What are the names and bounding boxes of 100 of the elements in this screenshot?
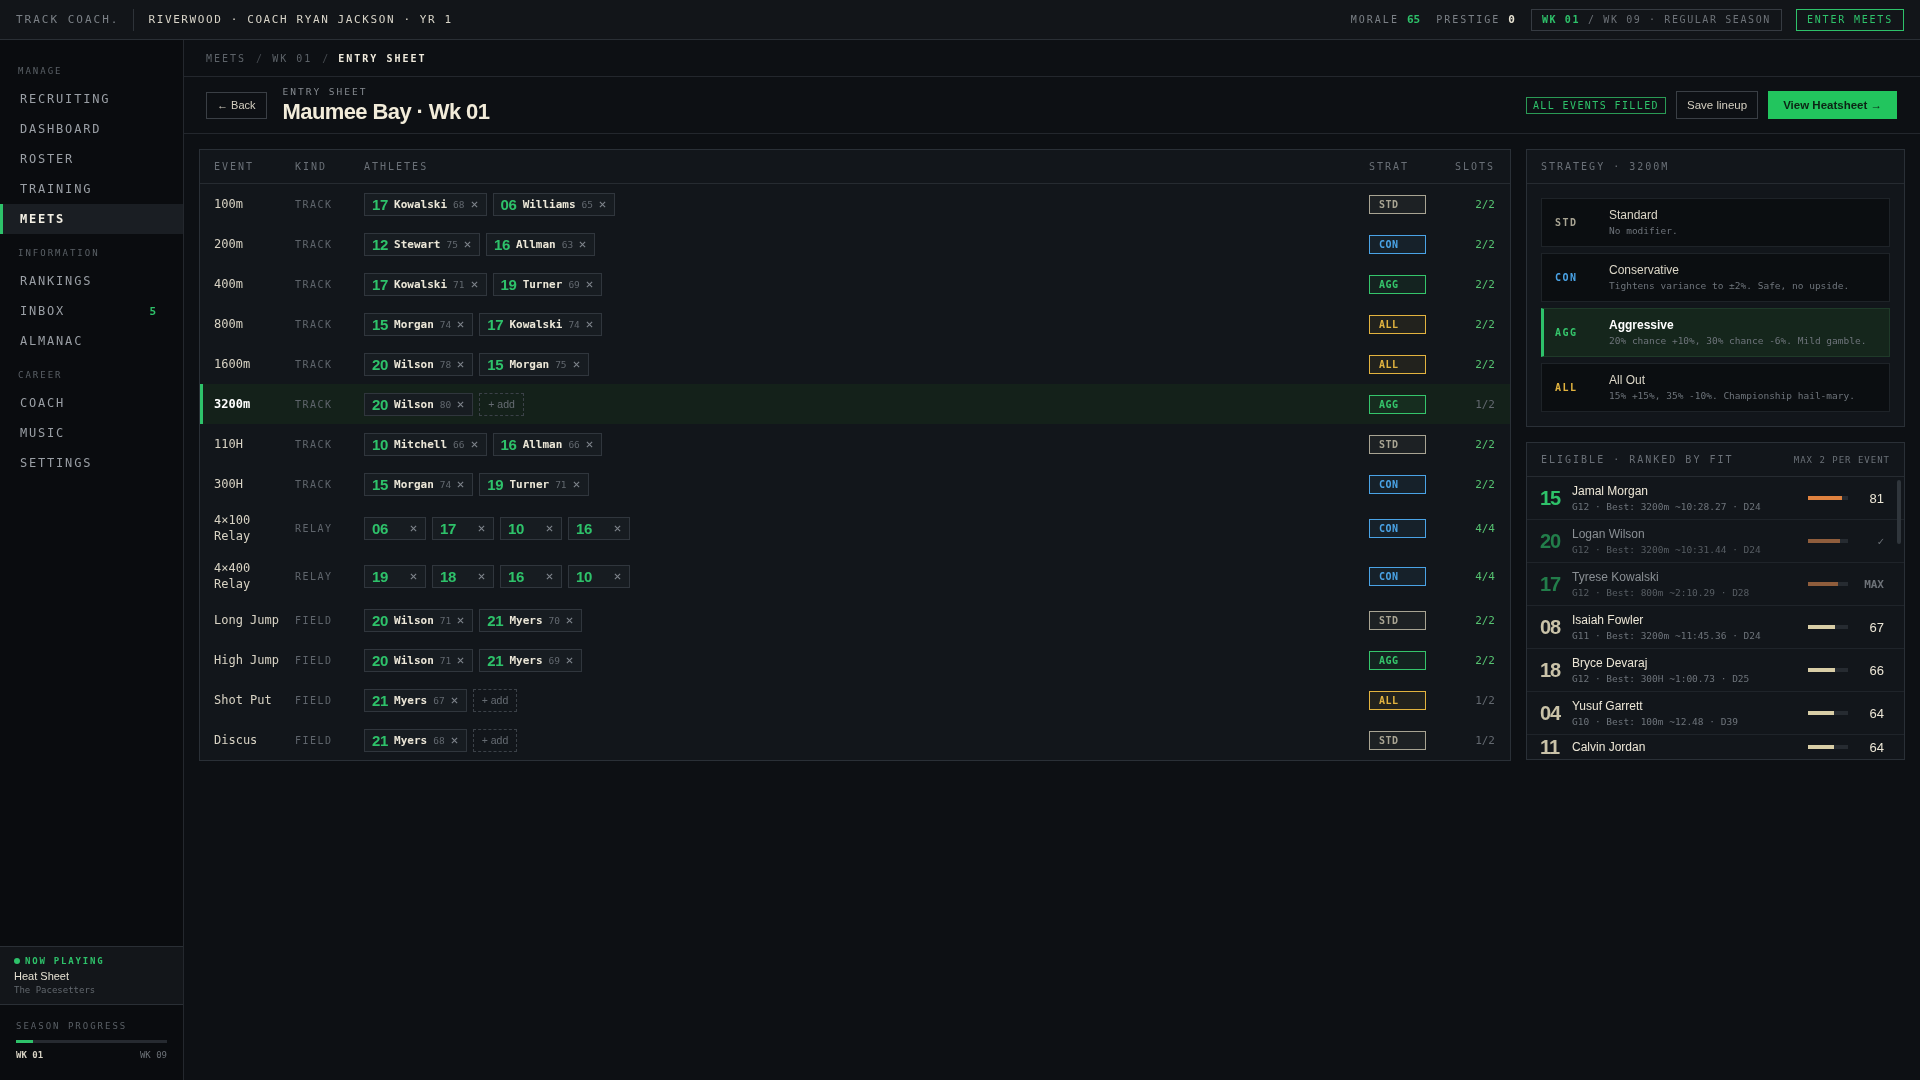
close-icon[interactable] bbox=[457, 320, 465, 328]
nav-item[interactable]: COACH bbox=[0, 388, 183, 418]
nav-item[interactable]: MUSIC bbox=[0, 418, 183, 448]
athlete-chip[interactable]: 20 Wilson 71 bbox=[364, 608, 474, 632]
nav-item[interactable]: MEETS bbox=[0, 204, 183, 234]
close-icon[interactable] bbox=[565, 656, 573, 664]
strategy-picker[interactable]: ALL bbox=[1369, 690, 1426, 710]
close-icon[interactable] bbox=[457, 616, 465, 624]
athlete-chip[interactable]: 06 bbox=[364, 516, 426, 540]
strategy-picker[interactable]: CON bbox=[1369, 518, 1426, 538]
athlete-chip[interactable]: 20 Wilson 80 bbox=[364, 392, 474, 416]
back-button[interactable]: ← Back bbox=[206, 91, 267, 119]
nav-item[interactable]: RECRUITING bbox=[0, 84, 183, 114]
athlete-chip[interactable]: 17 Kowalski 68 bbox=[364, 192, 487, 216]
athlete-chip[interactable]: 15 Morgan 74 bbox=[364, 472, 474, 496]
strategy-picker[interactable]: AGG bbox=[1369, 274, 1426, 294]
close-icon[interactable] bbox=[450, 736, 458, 744]
athlete-chip[interactable]: 17 bbox=[432, 516, 494, 540]
nav-item[interactable]: ROSTER bbox=[0, 144, 183, 174]
close-icon[interactable] bbox=[572, 480, 580, 488]
athlete-chip[interactable]: 16 bbox=[568, 516, 630, 540]
strategy-picker[interactable]: STD bbox=[1369, 730, 1426, 750]
nav-item[interactable]: ALMANAC bbox=[0, 326, 183, 356]
close-icon[interactable] bbox=[478, 572, 485, 580]
eligible-athlete-row[interactable]: 08 Isaiah Fowler G11 · Best: 3200m ~11:45.36 · D24 67 bbox=[1527, 606, 1904, 649]
table-row[interactable]: 3200m TRACK 20 Wilson 80 + add AGG 1/2 bbox=[200, 384, 1510, 424]
close-icon[interactable] bbox=[470, 280, 478, 288]
close-icon[interactable] bbox=[585, 440, 593, 448]
athlete-chip[interactable]: 17 Kowalski 71 bbox=[364, 272, 487, 296]
close-icon[interactable] bbox=[546, 524, 553, 532]
athlete-chip[interactable]: 20 Wilson 78 bbox=[364, 352, 474, 376]
athlete-chip[interactable]: 21 Myers 70 bbox=[479, 608, 582, 632]
nav-item[interactable]: SETTINGS bbox=[0, 448, 183, 478]
strategy-picker[interactable]: STD bbox=[1369, 610, 1426, 630]
strategy-picker[interactable]: ALL bbox=[1369, 354, 1426, 374]
close-icon[interactable] bbox=[450, 696, 458, 704]
athlete-chip[interactable]: 15 Morgan 75 bbox=[479, 352, 589, 376]
close-icon[interactable] bbox=[470, 440, 478, 448]
enter-meets-button[interactable]: ENTER MEETS bbox=[1795, 8, 1904, 31]
athlete-chip[interactable]: 19 Turner 71 bbox=[479, 472, 589, 496]
close-icon[interactable] bbox=[410, 524, 417, 532]
nav-item[interactable]: TRAINING bbox=[0, 174, 183, 204]
athlete-chip[interactable]: 20 Wilson 71 bbox=[364, 648, 474, 672]
athlete-chip[interactable]: 17 Kowalski 74 bbox=[479, 312, 602, 336]
close-icon[interactable] bbox=[565, 616, 573, 624]
close-icon[interactable] bbox=[614, 572, 621, 580]
scrollbar-thumb[interactable] bbox=[1897, 480, 1901, 544]
athlete-chip[interactable]: 10 Mitchell 66 bbox=[364, 432, 487, 456]
nav-item[interactable]: DASHBOARD bbox=[0, 114, 183, 144]
athlete-chip[interactable]: 06 Williams 65 bbox=[492, 192, 616, 216]
strategy-picker[interactable]: CON bbox=[1369, 234, 1426, 254]
add-athlete-slot[interactable]: + add bbox=[472, 728, 518, 752]
nav-item[interactable]: INBOX 5 bbox=[0, 296, 183, 326]
close-icon[interactable] bbox=[599, 200, 607, 208]
strategy-picker[interactable]: STD bbox=[1369, 194, 1426, 214]
eligible-athlete-row[interactable]: 11 Calvin Jordan 64 bbox=[1527, 735, 1904, 759]
close-icon[interactable] bbox=[457, 480, 465, 488]
athlete-chip[interactable]: 16 Allman 63 bbox=[485, 232, 596, 256]
close-icon[interactable] bbox=[585, 320, 593, 328]
strategy-option[interactable]: ALL All Out 15% +15%, 35% -10%. Championship hail-mary. bbox=[1541, 363, 1890, 412]
close-icon[interactable] bbox=[478, 524, 485, 532]
close-icon[interactable] bbox=[614, 524, 621, 532]
athlete-chip[interactable]: 21 Myers 67 bbox=[364, 688, 467, 712]
close-icon[interactable] bbox=[457, 656, 465, 664]
athlete-chip[interactable]: 16 Allman 66 bbox=[492, 432, 602, 456]
athlete-chip[interactable]: 21 Myers 69 bbox=[479, 648, 582, 672]
close-icon[interactable] bbox=[546, 572, 553, 580]
add-athlete-slot[interactable]: + add bbox=[472, 688, 518, 712]
athlete-chip[interactable]: 19 Turner 69 bbox=[492, 272, 602, 296]
close-icon[interactable] bbox=[463, 240, 471, 248]
strategy-picker[interactable]: CON bbox=[1369, 566, 1426, 586]
athlete-chip[interactable]: 15 Morgan 74 bbox=[364, 312, 474, 336]
strategy-option[interactable]: STD Standard No modifier. bbox=[1541, 198, 1890, 247]
athlete-chip[interactable]: 10 bbox=[500, 516, 562, 540]
athlete-chip[interactable]: 16 bbox=[500, 564, 562, 588]
strategy-option[interactable]: CON Conservative Tightens variance to ±2%. Safe, no upside. bbox=[1541, 253, 1890, 302]
close-icon[interactable] bbox=[470, 200, 478, 208]
strategy-picker[interactable]: ALL bbox=[1369, 314, 1426, 334]
close-icon[interactable] bbox=[457, 400, 465, 408]
close-icon[interactable] bbox=[572, 360, 580, 368]
primary-action-button[interactable]: View Heatsheet → bbox=[1768, 91, 1897, 119]
strategy-picker[interactable]: STD bbox=[1369, 434, 1426, 454]
eligible-athlete-row[interactable]: 18 Bryce Devaraj G12 · Best: 300H ~1:00.73 · D25 66 bbox=[1527, 649, 1904, 692]
secondary-action-button[interactable]: Save lineup bbox=[1676, 91, 1759, 119]
eligible-athlete-row[interactable]: 04 Yusuf Garrett G10 · Best: 100m ~12.48 · D39 64 bbox=[1527, 692, 1904, 735]
athlete-chip[interactable]: 19 bbox=[364, 564, 426, 588]
strategy-picker[interactable]: AGG bbox=[1369, 394, 1426, 414]
strategy-picker[interactable]: CON bbox=[1369, 474, 1426, 494]
nav-item[interactable]: RANKINGS bbox=[0, 266, 183, 296]
athlete-chip[interactable]: 18 bbox=[432, 564, 494, 588]
athlete-chip[interactable]: 10 bbox=[568, 564, 630, 588]
close-icon[interactable] bbox=[457, 360, 465, 368]
athlete-chip[interactable]: 21 Myers 68 bbox=[364, 728, 467, 752]
close-icon[interactable] bbox=[579, 240, 587, 248]
close-icon[interactable] bbox=[410, 572, 417, 580]
strategy-picker[interactable]: AGG bbox=[1369, 650, 1426, 670]
close-icon[interactable] bbox=[585, 280, 593, 288]
athlete-chip[interactable]: 12 Stewart 75 bbox=[364, 232, 480, 256]
eligible-athlete-row[interactable]: 17 Tyrese Kowalski G12 · Best: 800m ~2:10.29 · D28 MAX bbox=[1527, 563, 1904, 606]
strategy-option[interactable]: AGG Aggressive 20% chance +10%, 30% chance -6%. Mild gamble. bbox=[1541, 308, 1890, 357]
